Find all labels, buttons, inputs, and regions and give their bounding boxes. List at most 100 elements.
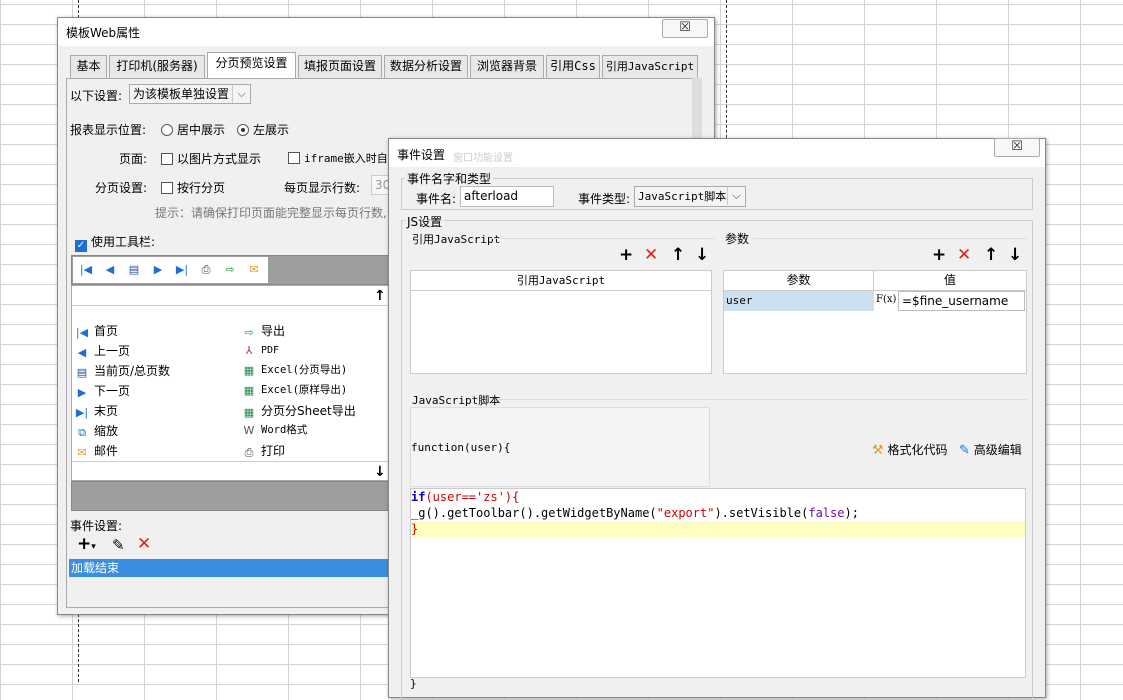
next-page-icon[interactable]: ▶ (149, 262, 167, 278)
list-item[interactable]: ▶ 下一页 (75, 382, 130, 399)
move-up-param-button[interactable]: ↑ (984, 245, 998, 265)
list-item[interactable]: ⧉ 缩放 (75, 422, 118, 439)
list-item-label: 打印 (261, 444, 286, 458)
list-item[interactable]: ▦ Excel(原样导出) (242, 382, 347, 397)
list-item[interactable]: W Word格式 (242, 422, 308, 437)
radio-center[interactable]: 居中展示 (161, 121, 225, 138)
code-line: if(user=='zs'){ (411, 489, 519, 505)
table-row[interactable]: user F(x) =$fine_username (724, 291, 1026, 311)
settings-select[interactable]: 为该模板单独设置 ⌵ (129, 84, 251, 104)
tab-ref-css[interactable]: 引用Css (546, 55, 600, 78)
format-code-button[interactable]: ⚒ 格式化代码 (872, 441, 948, 458)
tab-ref-javascript[interactable]: 引用JavaScript (602, 55, 698, 78)
delete-js-button[interactable]: ✕ (644, 245, 658, 265)
list-item[interactable]: ⎙ 打印 (242, 442, 285, 459)
radio-left[interactable]: 左展示 (237, 121, 289, 138)
page-count-icon: ▤ (76, 366, 88, 379)
param-value-input[interactable]: =$fine_username (898, 291, 1025, 311)
list-item[interactable]: |◀ 首页 (75, 322, 118, 339)
prev-page-icon[interactable]: ◀ (101, 262, 119, 278)
list-item[interactable]: ▤ 当前页/总页数 (75, 362, 170, 379)
page-count-icon[interactable]: ▤ (125, 262, 143, 278)
mail-icon[interactable]: ✉ (245, 262, 263, 278)
page-by-row-checkbox[interactable]: 按行分页 (161, 179, 225, 196)
divider (489, 238, 715, 239)
broom-icon: ⚒ (872, 443, 884, 458)
toolbar-bottom-bar (71, 481, 391, 511)
closing-brace: } (410, 677, 417, 690)
script-title: JavaScript脚本 (412, 394, 501, 407)
list-item[interactable]: ▦ 分页分Sheet导出 (242, 402, 356, 419)
event-list-item-selected[interactable]: 加载结束 (69, 559, 391, 577)
tab-data-analysis[interactable]: 数据分析设置 (384, 55, 468, 78)
table-header: 值 (874, 271, 1026, 291)
list-item-label: Excel(分页导出) (261, 364, 348, 376)
event-name-input[interactable]: afterload (460, 186, 554, 207)
column-header: 参数 (786, 273, 811, 287)
tab-printer-server[interactable]: 打印机(服务器) (109, 55, 205, 78)
list-item[interactable]: ◀ 上一页 (75, 342, 130, 359)
checkbox-label: iframe嵌入时自 (304, 152, 388, 165)
print-icon: ⎙ (244, 446, 254, 459)
move-up-js-button[interactable]: ↑ (671, 245, 685, 265)
list-item[interactable]: ⅄ PDF (242, 342, 279, 357)
code-text: ).setVisible( (714, 506, 809, 520)
ref-js-table: 引用JavaScript (410, 270, 712, 374)
fx-icon: F(x) (876, 294, 897, 305)
move-up-icon[interactable]: ↑ (374, 288, 386, 304)
last-page-icon: ▶| (75, 406, 89, 419)
param-name-cell[interactable]: user (724, 291, 874, 311)
export-icon: ⇨ (244, 326, 254, 339)
code-text: (user=='zs'){ (425, 490, 520, 504)
list-item[interactable]: ▦ Excel(分页导出) (242, 362, 347, 377)
list-item-label: 导出 (261, 324, 286, 338)
checkbox-label: 按行分页 (177, 181, 226, 195)
edit-icon[interactable]: ✎ (112, 536, 125, 554)
first-page-icon[interactable]: |◀ (77, 262, 95, 278)
close-icon: ☒ (679, 20, 691, 35)
show-as-image-checkbox[interactable]: 以图片方式显示 (161, 150, 261, 167)
add-event-button[interactable]: +▾ (77, 534, 96, 554)
add-param-button[interactable]: + (932, 245, 946, 265)
param-name: user (726, 294, 753, 307)
tab-browser-bg[interactable]: 浏览器背景 (470, 55, 544, 78)
page-label: 页面: (119, 152, 148, 166)
move-down-js-button[interactable]: ↓ (695, 245, 709, 265)
tab-basic[interactable]: 基本 (70, 55, 107, 78)
delete-param-button[interactable]: ✕ (957, 245, 971, 265)
use-toolbar-checkbox[interactable]: ✓ 使用工具栏: (75, 233, 155, 252)
tab-page-preview[interactable]: 分页预览设置 (207, 52, 296, 78)
tab-fill-page[interactable]: 填报页面设置 (298, 55, 382, 78)
chevron-down-icon: ⌵ (232, 85, 250, 103)
tab-label: 基本 (76, 59, 101, 73)
event-type-select[interactable]: JavaScript脚本 ⌵ (634, 186, 746, 207)
params-table: 参数 值 user F(x) =$fine_username (723, 270, 1027, 374)
delete-icon[interactable]: ✕ (137, 534, 151, 554)
close-button[interactable]: ☒ (662, 19, 708, 38)
settings-select-value: 为该模板单独设置 (133, 87, 230, 101)
move-down-icon[interactable]: ↓ (374, 464, 386, 480)
title-bar: 事件设置 窗口功能设置 ☒ (389, 138, 1045, 167)
faded-title: 窗口功能设置 (453, 153, 513, 164)
scrollbar-right[interactable] (692, 78, 702, 138)
code-editor[interactable]: if(user=='zs'){ _g().getToolbar().getWid… (410, 488, 1026, 678)
list-item[interactable]: ⇨ 导出 (242, 322, 285, 339)
group-title: 事件名字和类型 (405, 170, 494, 187)
list-item-label: Excel(原样导出) (261, 384, 348, 396)
checkbox-label: 使用工具栏: (91, 235, 156, 249)
edit-icon: ✎ (959, 443, 970, 458)
formula-button[interactable]: F(x) (876, 292, 896, 310)
close-button[interactable]: ☒ (994, 138, 1040, 157)
export-icon[interactable]: ⇨ (221, 262, 239, 278)
prev-page-icon: ◀ (77, 346, 87, 359)
print-icon[interactable]: ⎙ (197, 262, 215, 278)
list-item[interactable]: ✉ 邮件 (75, 442, 118, 459)
rows-per-page-label: 每页显示行数: (284, 181, 361, 195)
iframe-checkbox[interactable]: iframe嵌入时自 (288, 150, 388, 166)
add-js-button[interactable]: + (619, 245, 633, 265)
list-item[interactable]: ▶| 末页 (75, 402, 118, 419)
checkbox-box (161, 153, 173, 165)
move-down-param-button[interactable]: ↓ (1008, 245, 1022, 265)
last-page-icon[interactable]: ▶| (173, 262, 191, 278)
advanced-edit-button[interactable]: ✎ 高级编辑 (959, 441, 1022, 458)
